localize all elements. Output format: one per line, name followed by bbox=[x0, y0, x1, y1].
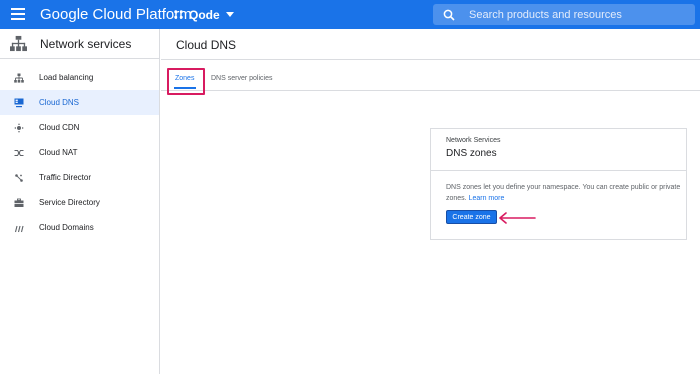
traffic-director-icon bbox=[15, 173, 23, 182]
sidebar-item-cloud-domains[interactable]: Cloud Domains bbox=[0, 215, 159, 240]
search-icon bbox=[443, 9, 455, 21]
card-header: Network Services DNS zones bbox=[431, 129, 686, 171]
page-title: Cloud DNS bbox=[176, 38, 237, 52]
sidebar-item-cloud-dns[interactable]: Cloud DNS bbox=[0, 90, 159, 115]
top-app-bar: Google Cloud Platform Qode bbox=[0, 0, 700, 29]
sidebar-item-cloud-cdn[interactable]: Cloud CDN bbox=[0, 115, 159, 140]
zones-tab-highlight-box bbox=[167, 68, 205, 95]
menu-icon[interactable] bbox=[11, 8, 25, 20]
create-zone-button[interactable]: Create zone bbox=[446, 210, 497, 224]
sidebar-title: Network services bbox=[40, 36, 132, 51]
cloud-domains-icon bbox=[14, 225, 24, 232]
tab-dns-server-policies[interactable]: DNS server policies bbox=[211, 75, 272, 82]
product-name[interactable]: Google Cloud Platform bbox=[40, 6, 192, 23]
sidebar-item-load-balancing[interactable]: Load balancing bbox=[0, 65, 159, 90]
card-description: DNS zones let you define your namespace.… bbox=[446, 184, 681, 202]
load-balancing-icon bbox=[14, 73, 24, 83]
network-services-icon bbox=[10, 35, 27, 52]
sidebar-header: Network services bbox=[0, 29, 159, 59]
sidebar-item-service-directory[interactable]: Service Directory bbox=[0, 190, 159, 215]
card-title: DNS zones bbox=[446, 148, 497, 159]
search-bar[interactable] bbox=[433, 4, 695, 25]
search-input[interactable] bbox=[469, 8, 689, 21]
service-directory-icon bbox=[14, 198, 24, 207]
tab-bar: Zones DNS server policies bbox=[161, 60, 700, 91]
cloud-dns-icon bbox=[14, 98, 24, 107]
chevron-down-icon bbox=[225, 12, 234, 17]
dns-zones-card: Network Services DNS zones DNS zones let… bbox=[430, 128, 687, 240]
sidebar-item-cloud-nat[interactable]: Cloud NAT bbox=[0, 140, 159, 165]
sidebar-item-traffic-director[interactable]: Traffic Director bbox=[0, 165, 159, 190]
sidebar: Network services Load balancing Cloud DN… bbox=[0, 29, 160, 374]
project-icon bbox=[174, 10, 183, 19]
project-name: Qode bbox=[189, 7, 220, 22]
sidebar-nav: Load balancing Cloud DNS Cloud CDN Cloud… bbox=[0, 65, 159, 240]
cloud-cdn-icon bbox=[14, 122, 24, 133]
card-body: DNS zones let you define your namespace.… bbox=[431, 171, 686, 224]
project-selector[interactable]: Qode bbox=[173, 6, 234, 23]
arrow-left-icon bbox=[499, 212, 536, 224]
cloud-nat-icon bbox=[14, 149, 24, 156]
learn-more-link[interactable]: Learn more bbox=[469, 195, 505, 202]
card-eyebrow: Network Services bbox=[446, 137, 501, 144]
